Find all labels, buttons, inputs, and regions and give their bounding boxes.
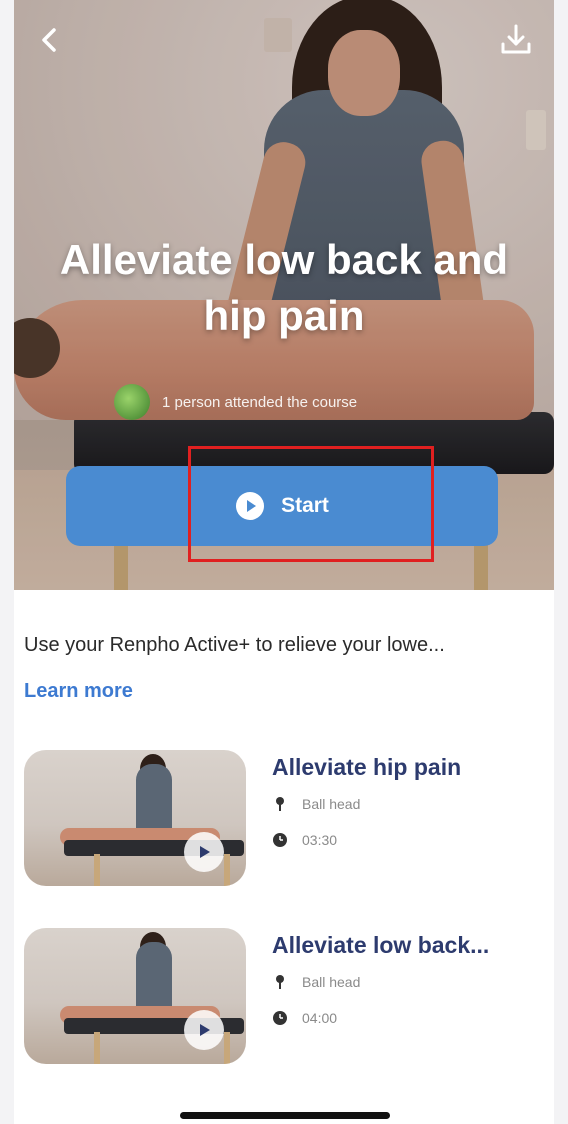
thumb-table-leg <box>94 854 100 886</box>
chevron-left-icon[interactable] <box>36 24 64 56</box>
attachment-label: Ball head <box>302 974 361 990</box>
lesson-attachment: Ball head <box>272 974 360 990</box>
lesson-thumbnail[interactable] <box>24 750 246 886</box>
download-icon[interactable] <box>498 22 534 58</box>
highlight-annotation <box>188 446 434 562</box>
avatar <box>114 384 150 420</box>
play-icon[interactable] <box>184 1010 224 1050</box>
course-title: Alleviate low back and hip pain <box>59 236 509 339</box>
app-screen: Alleviate low back and hip pain 1 person… <box>14 0 554 1124</box>
course-description: Use your Renpho Active+ to relieve your … <box>24 634 445 656</box>
attendance-row: 1 person attended the course <box>114 382 474 422</box>
lesson-duration: 04:00 <box>272 1010 337 1026</box>
play-icon[interactable] <box>184 832 224 872</box>
thumb-table-leg <box>224 854 230 886</box>
clock-icon <box>273 1011 287 1025</box>
massage-head-icon <box>276 975 284 989</box>
home-indicator[interactable] <box>180 1112 390 1119</box>
clock-icon <box>273 833 287 847</box>
attachment-label: Ball head <box>302 796 361 812</box>
lesson-title: Alleviate low back... <box>272 932 490 958</box>
lesson-attachment: Ball head <box>272 796 360 812</box>
learn-more-link[interactable]: Learn more <box>24 680 133 703</box>
thumb-table-leg <box>224 1032 230 1064</box>
lesson-item[interactable]: Alleviate hip pain Ball head 03:30 <box>24 750 544 890</box>
lesson-title: Alleviate hip pain <box>272 754 462 780</box>
lesson-duration: 03:30 <box>272 832 337 848</box>
thumb-table-leg <box>94 1032 100 1064</box>
lesson-thumbnail[interactable] <box>24 928 246 1064</box>
lesson-item[interactable]: Alleviate low back... Ball head 04:00 <box>24 928 544 1068</box>
massage-head-icon <box>276 797 284 811</box>
duration-label: 04:00 <box>302 1010 338 1026</box>
duration-label: 03:30 <box>302 832 338 848</box>
course-hero: Alleviate low back and hip pain 1 person… <box>14 0 554 590</box>
attendance-text: 1 person attended the course <box>162 393 358 411</box>
